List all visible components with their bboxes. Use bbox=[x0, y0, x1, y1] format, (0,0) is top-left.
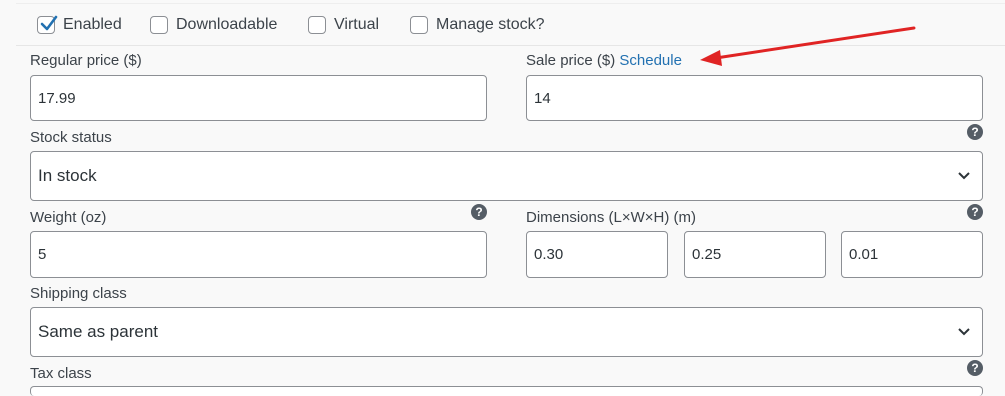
regular-price-value: 17.99 bbox=[38, 89, 76, 107]
stock-status-select[interactable]: In stock bbox=[30, 151, 983, 201]
dimensions-label: Dimensions (L×W×H) (m) bbox=[526, 209, 697, 226]
shipping-class-label: Shipping class bbox=[30, 285, 127, 302]
virtual-option[interactable]: Virtual bbox=[308, 16, 379, 34]
sale-price-label-group: Sale price ($) Schedule bbox=[526, 52, 682, 69]
virtual-label: Virtual bbox=[334, 16, 380, 33]
sale-price-input[interactable]: 14 bbox=[526, 75, 983, 121]
stock-status-value: In stock bbox=[38, 166, 97, 185]
shipping-class-select[interactable]: Same as parent bbox=[30, 307, 983, 357]
weight-value: 5 bbox=[38, 246, 47, 263]
enabled-checkbox[interactable] bbox=[37, 15, 58, 34]
downloadable-checkbox[interactable] bbox=[150, 16, 168, 34]
help-icon[interactable]: ? bbox=[967, 360, 983, 376]
manage-stock-checkbox[interactable] bbox=[410, 16, 428, 34]
tax-class-select[interactable] bbox=[30, 386, 983, 396]
help-icon[interactable]: ? bbox=[967, 124, 983, 140]
height-value: 0.01 bbox=[849, 246, 879, 263]
help-icon[interactable]: ? bbox=[471, 204, 487, 220]
check-icon bbox=[40, 15, 58, 31]
regular-price-label: Regular price ($) bbox=[30, 52, 142, 69]
width-value: 0.25 bbox=[692, 246, 722, 263]
stock-status-label: Stock status bbox=[30, 129, 112, 146]
length-value: 0.30 bbox=[534, 246, 564, 263]
sale-price-label: Sale price ($) bbox=[526, 52, 616, 69]
manage-stock-label: Manage stock? bbox=[436, 16, 545, 33]
sale-price-value: 14 bbox=[534, 89, 551, 107]
schedule-link[interactable]: Schedule bbox=[619, 52, 682, 69]
tax-class-label: Tax class bbox=[30, 365, 92, 382]
enabled-label: Enabled bbox=[63, 16, 122, 33]
red-arrow-annotation bbox=[700, 26, 916, 66]
enabled-option[interactable]: Enabled bbox=[37, 15, 122, 34]
manage-stock-option[interactable]: Manage stock? bbox=[410, 16, 545, 34]
width-input[interactable]: 0.25 bbox=[684, 231, 826, 278]
downloadable-option[interactable]: Downloadable bbox=[150, 16, 277, 34]
weight-label: Weight (oz) bbox=[30, 209, 107, 226]
weight-input[interactable]: 5 bbox=[30, 231, 487, 278]
shipping-class-value: Same as parent bbox=[38, 322, 159, 341]
height-input[interactable]: 0.01 bbox=[841, 231, 983, 278]
downloadable-label: Downloadable bbox=[176, 16, 278, 33]
length-input[interactable]: 0.30 bbox=[526, 231, 668, 278]
virtual-checkbox[interactable] bbox=[308, 16, 326, 34]
chevron-down-icon bbox=[958, 172, 970, 180]
help-icon[interactable]: ? bbox=[967, 204, 983, 220]
regular-price-input[interactable]: 17.99 bbox=[30, 75, 487, 121]
chevron-down-icon bbox=[958, 328, 970, 336]
